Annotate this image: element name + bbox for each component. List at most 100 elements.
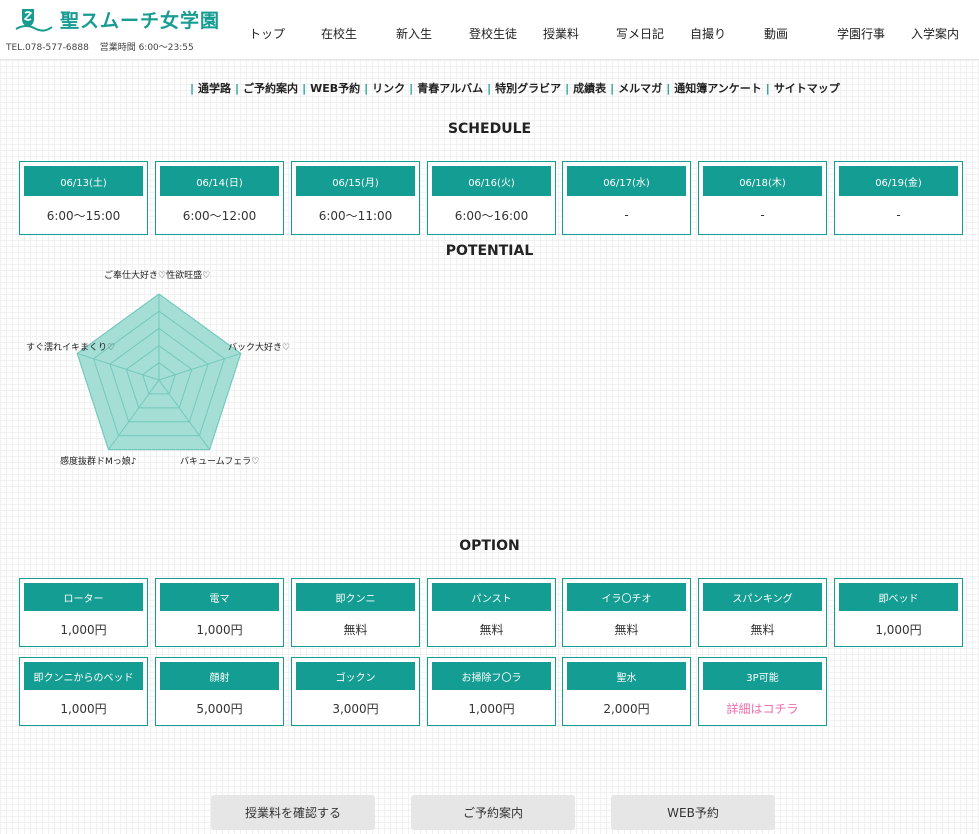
schedule-day-card: 06/16(火) 6:00〜16:00	[427, 161, 556, 235]
nav-selfie[interactable]: 自撮り	[690, 25, 726, 42]
option-name: 聖水	[567, 662, 686, 690]
business-hours: 営業時間 6:00〜23:55	[99, 43, 194, 53]
nav-photo-diary[interactable]: 写メ日記	[616, 25, 664, 42]
subnav-sitemap[interactable]: | サイトマップ	[762, 80, 840, 96]
option-card: スパンキング 無料	[698, 578, 827, 647]
schedule-title: SCHEDULE	[447, 121, 532, 137]
option-price: 1,000円	[875, 622, 922, 637]
schedule-time: 6:00〜16:00	[454, 208, 529, 223]
option-name: ゴックン	[296, 662, 415, 690]
option-card: 顔射 5,000円	[155, 657, 284, 726]
option-price: 1,000円	[60, 701, 107, 716]
nav-attending[interactable]: 登校生徒	[469, 25, 517, 42]
option-name: イラ〇チオ	[567, 583, 686, 611]
option-name: 顔射	[160, 662, 279, 690]
logo[interactable]: 聖スムーチ女学園	[14, 6, 220, 33]
schedule-date: 06/18(木)	[703, 166, 822, 196]
option-card: イラ〇チオ 無料	[562, 578, 691, 647]
option-price: 無料	[750, 622, 775, 637]
subnav-mail-magazine[interactable]: | メルマガ	[606, 80, 662, 96]
radar-axis-label: バック大好き♡	[228, 343, 291, 353]
logo-text: 聖スムーチ女学園	[60, 10, 221, 32]
option-price: 3,000円	[332, 701, 379, 716]
schedule-day-card: 06/17(水) -	[562, 161, 691, 235]
schedule-time: 6:00〜12:00	[182, 208, 257, 223]
option-card: 即クンニ 無料	[291, 578, 420, 647]
option-card: ゴックン 3,000円	[291, 657, 420, 726]
option-price: 5,000円	[196, 701, 243, 716]
schedule-date: 06/16(火)	[432, 166, 551, 196]
radar-axis-label: 感度抜群ドMっ娘♪	[60, 457, 137, 467]
option-name: 電マ	[160, 583, 279, 611]
schedule-day-card: 06/19(金) -	[834, 161, 963, 235]
schedule-date: 06/13(土)	[24, 166, 143, 196]
nav-fees[interactable]: 授業料	[543, 25, 579, 42]
schedule-date: 06/15(月)	[296, 166, 415, 196]
subnav-grades[interactable]: | 成績表	[561, 80, 606, 96]
option-name: スパンキング	[703, 583, 822, 611]
nav-video[interactable]: 動画	[764, 25, 788, 42]
option-price: 1,000円	[468, 701, 515, 716]
schedule-time: -	[624, 208, 629, 222]
option-name: パンスト	[432, 583, 551, 611]
logo-emblem-icon	[15, 8, 53, 32]
schedule-day-card: 06/13(土) 6:00〜15:00	[19, 161, 148, 235]
option-name: 3P可能	[703, 662, 822, 690]
option-price: 無料	[614, 622, 639, 637]
option-name: お掃除フ〇ラ	[432, 662, 551, 690]
schedule-date: 06/14(日)	[160, 166, 279, 196]
radar-axis-label: ご奉仕大好き♡性欲旺盛♡	[104, 271, 211, 281]
option-name: 即ベッド	[839, 583, 958, 611]
option-card: ローター 1,000円	[19, 578, 148, 647]
nav-top[interactable]: トップ	[249, 25, 285, 42]
subnav-album[interactable]: | 青春アルバム	[405, 80, 483, 96]
option-card: パンスト 無料	[427, 578, 556, 647]
option-card: 即クンニからのベッド 1,000円	[19, 657, 148, 726]
option-price: 無料	[343, 622, 368, 637]
subnav-route[interactable]: | 通学路	[190, 80, 231, 96]
option-detail-link[interactable]: 詳細はコチラ	[699, 692, 826, 724]
option-price: 無料	[479, 622, 504, 637]
subnav-web-reservation[interactable]: | WEB予約	[298, 80, 360, 96]
schedule-day-card: 06/14(日) 6:00〜12:00	[155, 161, 284, 235]
nav-students[interactable]: 在校生	[321, 25, 357, 42]
radar-svg	[76, 293, 242, 451]
option-card: 3P可能 詳細はコチラ	[698, 657, 827, 726]
schedule-date: 06/19(金)	[839, 166, 958, 196]
schedule-time: 6:00〜11:00	[318, 208, 393, 223]
option-name: 即クンニからのベッド	[24, 662, 143, 690]
option-card: 即ベッド 1,000円	[834, 578, 963, 647]
schedule-day-card: 06/15(月) 6:00〜11:00	[291, 161, 420, 235]
subnav-links[interactable]: | リンク	[360, 80, 405, 96]
potential-title: POTENTIAL	[445, 243, 534, 259]
potential-radar-chart: ご奉仕大好き♡性欲旺盛♡ バック大好き♡ バキュームフェラ♡ 感度抜群ドMっ娘♪…	[0, 262, 310, 472]
subnav-survey[interactable]: | 通知簿アンケート	[662, 80, 762, 96]
radar-axis-label: バキュームフェラ♡	[180, 457, 260, 467]
nav-admission[interactable]: 入学案内	[911, 25, 959, 42]
subnav-reservation-guide[interactable]: | ご予約案内	[231, 80, 298, 96]
option-card: 聖水 2,000円	[562, 657, 691, 726]
option-card: 電マ 1,000円	[155, 578, 284, 647]
radar-axis-label: すぐ濡れイキまくり♡	[26, 343, 116, 353]
reservation-guide-button[interactable]: ご予約案内	[411, 795, 575, 830]
option-name: 即クンニ	[296, 583, 415, 611]
site-header: 聖スムーチ女学園 TEL.078-577-6888 営業時間 6:00〜23:5…	[0, 0, 979, 60]
option-title: OPTION	[459, 538, 520, 554]
option-price: 1,000円	[60, 622, 107, 637]
contact-info: TEL.078-577-6888 営業時間 6:00〜23:55	[6, 40, 194, 53]
schedule-day-card: 06/18(木) -	[698, 161, 827, 235]
web-reservation-button[interactable]: WEB予約	[611, 795, 775, 830]
nav-events[interactable]: 学園行事	[837, 25, 885, 42]
option-name: ローター	[24, 583, 143, 611]
sub-navigation: | 通学路 | ご予約案内 | WEB予約 | リンク | 青春アルバム | 特別グラビア …	[190, 80, 840, 96]
tel-number: TEL.078-577-6888	[6, 43, 89, 53]
option-card: お掃除フ〇ラ 1,000円	[427, 657, 556, 726]
subnav-gravure[interactable]: | 特別グラビア	[483, 80, 561, 96]
check-fees-button[interactable]: 授業料を確認する	[211, 795, 375, 830]
schedule-time: 6:00〜15:00	[46, 208, 121, 223]
nav-new-students[interactable]: 新入生	[396, 25, 432, 42]
schedule-time: -	[760, 208, 765, 222]
schedule-date: 06/17(水)	[567, 166, 686, 196]
option-price: 2,000円	[603, 701, 650, 716]
option-price: 1,000円	[196, 622, 243, 637]
